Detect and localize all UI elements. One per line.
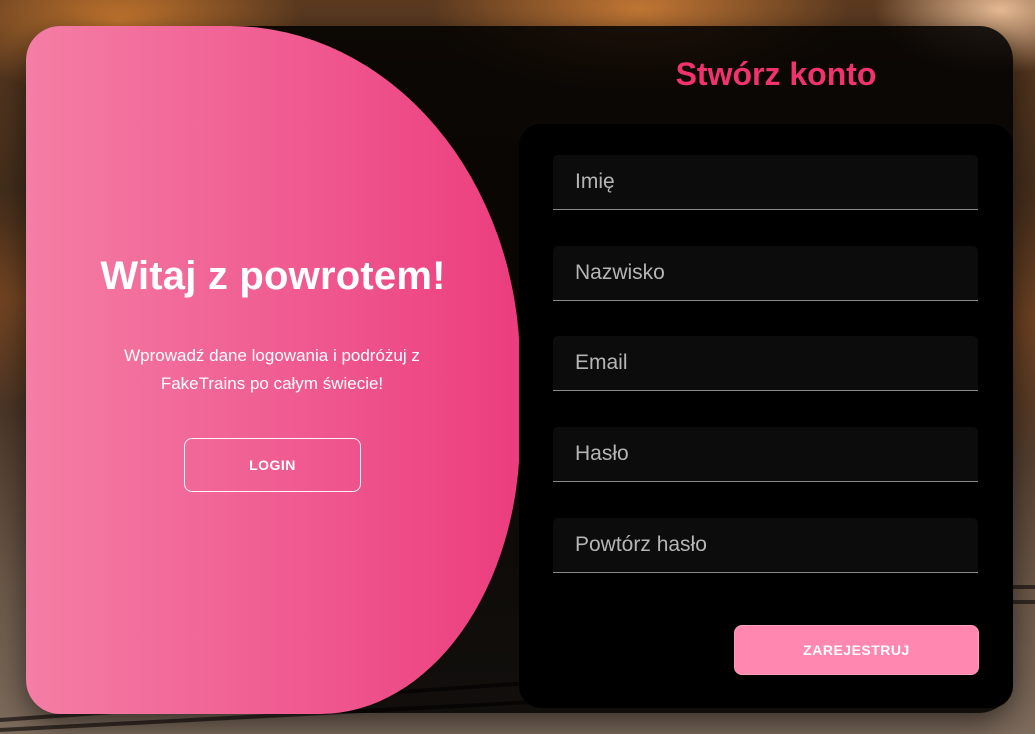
register-title: Stwórz konto [675,56,877,92]
first-name-input[interactable] [553,155,978,210]
login-button[interactable]: LOGIN [184,438,361,492]
register-button[interactable]: ZAREJESTRUJ [734,625,979,675]
rail-track-line [1013,585,1035,589]
welcome-description: Wprowadź dane logowania i podróżuj z Fak… [124,346,420,393]
last-name-input[interactable] [553,246,978,301]
repeat-password-input[interactable] [553,518,978,573]
rail-track-line [1013,600,1035,604]
welcome-title: Witaj z powrotem! [100,254,446,298]
register-form-panel [519,124,1013,708]
password-input[interactable] [553,427,978,482]
email-input[interactable] [553,336,978,391]
